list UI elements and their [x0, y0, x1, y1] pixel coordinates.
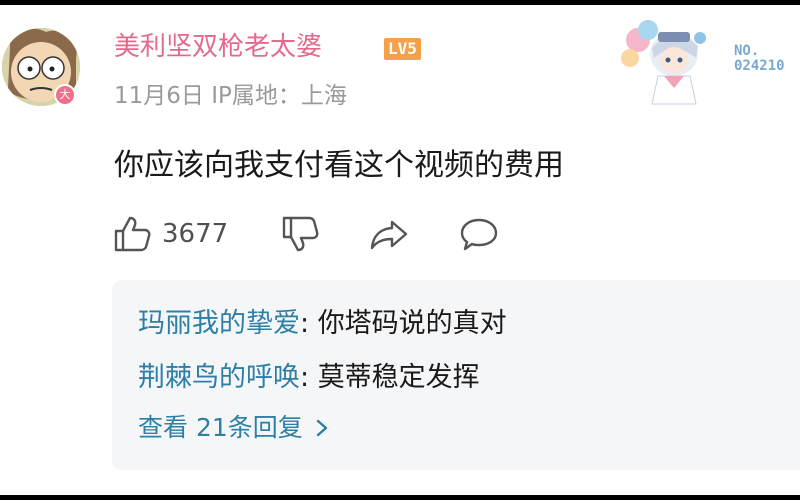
anime-character-icon	[621, 20, 706, 105]
comment-meta: 11月6日 IP属地：上海	[114, 83, 347, 109]
fan-card-digits: 024210	[734, 58, 785, 74]
fan-card-number: NO. 024210	[734, 44, 785, 74]
author-name[interactable]: 美利坚双枪老太婆	[114, 30, 322, 64]
top-frame-border	[0, 0, 800, 5]
replies-panel: 玛丽我的挚爱: 你塔码说的真对 荆棘鸟的呼唤: 莫蒂稳定发挥 查看 21条回复	[112, 280, 800, 470]
avatar-badge-label: 大	[56, 86, 74, 104]
reply-separator: :	[300, 362, 318, 393]
reply-icon	[460, 218, 498, 251]
reply-button[interactable]	[458, 212, 500, 256]
reply-text: 莫蒂稳定发挥	[317, 362, 480, 393]
reply-separator: :	[300, 308, 318, 339]
level-badge: LV5	[384, 38, 421, 60]
reply-item[interactable]: 玛丽我的挚爱: 你塔码说的真对	[138, 304, 507, 344]
like-button[interactable]: 3677	[112, 212, 228, 256]
reply-item[interactable]: 荆棘鸟的呼唤: 莫蒂稳定发挥	[138, 358, 480, 398]
reply-author[interactable]: 荆棘鸟的呼唤	[138, 362, 300, 393]
view-more-label: 查看 21条回复	[138, 413, 303, 442]
bottom-frame-border	[0, 495, 800, 500]
chevron-right-icon	[316, 419, 327, 437]
fan-card-no-label: NO.	[734, 43, 760, 59]
avatar-badge: 大	[54, 84, 76, 106]
share-icon	[370, 220, 408, 250]
like-count: 3677	[162, 219, 229, 249]
share-button[interactable]	[368, 212, 410, 256]
thumbs-up-icon	[114, 216, 151, 252]
avatar-pendant-illustration	[618, 18, 716, 110]
thumbs-down-icon	[282, 216, 319, 252]
comment-text: 你应该向我支付看这个视频的费用	[114, 148, 564, 183]
dislike-button[interactable]	[280, 212, 320, 256]
reply-text: 你塔码说的真对	[317, 308, 507, 339]
reply-author[interactable]: 玛丽我的挚爱	[138, 308, 300, 339]
view-more-replies-link[interactable]: 查看 21条回复	[138, 408, 333, 448]
